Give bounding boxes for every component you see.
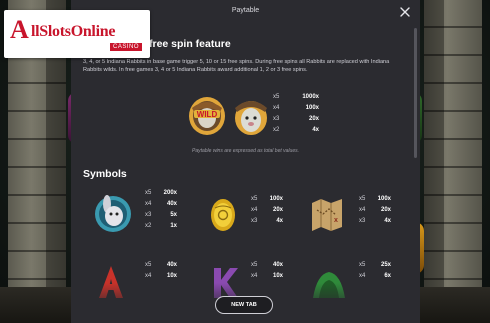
logo-text: llSlotsOnline <box>31 23 116 40</box>
pay-count: x4 <box>145 201 152 207</box>
pay-value: 20x <box>308 116 319 122</box>
pay-count: x3 <box>273 116 280 122</box>
new-tab-button[interactable]: NEW TAB <box>215 296 273 314</box>
pay-count: x2 <box>273 127 280 133</box>
symbols-title: Symbols <box>83 168 127 180</box>
symbol-payrow: x4 10x <box>145 273 177 281</box>
pay-value: 4x <box>384 218 391 224</box>
pay-value: 20x <box>272 207 283 213</box>
stone-pillar-right <box>424 0 482 323</box>
svg-text:WILD: WILD <box>197 110 218 119</box>
symbol-payrow: x5 25x <box>359 262 391 270</box>
pay-value: 4x <box>276 218 283 224</box>
pay-value: 40x <box>166 201 177 207</box>
close-button[interactable] <box>398 5 412 19</box>
pay-value: 100x <box>305 105 319 111</box>
pay-count: x3 <box>251 218 258 224</box>
paytable-content: free spin feature 3, 4, or 5 Indiana Rab… <box>83 24 408 323</box>
symbol-payrow: x5 100x <box>359 196 391 204</box>
pay-count: x5 <box>359 196 366 202</box>
wild-rabbit-icon: WILD <box>189 97 225 135</box>
pay-count: x5 <box>251 196 258 202</box>
pay-count: x3 <box>359 218 366 224</box>
feature-payrow: x2 4x <box>273 127 319 135</box>
treasure-map-icon: x <box>312 199 342 231</box>
pay-count: x4 <box>359 207 366 213</box>
indiana-rabbit-icon <box>235 101 267 135</box>
pay-count: x4 <box>145 273 152 279</box>
logo-subtext: CASINO <box>109 43 142 51</box>
site-logo: A llSlotsOnline CASINO <box>4 10 150 58</box>
feature-payrow: x3 20x <box>273 116 319 124</box>
pay-count: x5 <box>273 94 280 100</box>
symbol-payrow: x4 20x <box>251 207 283 215</box>
pay-value: 200x <box>163 190 177 196</box>
pay-value: 40x <box>272 262 283 268</box>
symbol-payrow: x4 6x <box>359 273 391 281</box>
symbol-payrow: x3 4x <box>251 218 283 226</box>
paytable-note: Paytable wins are expressed as total bet… <box>191 148 299 154</box>
pay-count: x4 <box>251 207 258 213</box>
symbol-payrow: x5 200x <box>145 190 177 198</box>
svg-text:x: x <box>334 217 338 224</box>
pay-value: 25x <box>380 262 391 268</box>
symbol-payrow: x3 4x <box>359 218 391 226</box>
pay-count: x5 <box>145 190 152 196</box>
pay-value: 4x <box>312 127 319 133</box>
pay-value: 6x <box>384 273 391 279</box>
pay-count: x5 <box>145 262 152 268</box>
close-icon <box>400 7 410 17</box>
pay-count: x4 <box>251 273 258 279</box>
pay-value: 10x <box>272 273 283 279</box>
pay-value: 20x <box>380 207 391 213</box>
pay-value: 1000x <box>302 94 319 100</box>
feature-payrow: x4 100x <box>273 105 319 113</box>
pay-count: x3 <box>145 212 152 218</box>
pay-value: 100x <box>377 196 391 202</box>
symbol-payrow: x2 1x <box>145 223 177 231</box>
feature-title: free spin feature <box>149 38 231 50</box>
symbol-payrow: x5 100x <box>251 196 283 204</box>
pay-value: 10x <box>166 273 177 279</box>
pay-count: x4 <box>359 273 366 279</box>
pay-value: 40x <box>166 262 177 268</box>
pay-count: x5 <box>251 262 258 268</box>
symbol-payrow: x4 20x <box>359 207 391 215</box>
symbol-payrow: x4 40x <box>145 201 177 209</box>
symbol-payrow: x3 5x <box>145 212 177 220</box>
pay-value: 1x <box>170 223 177 229</box>
golden-egg-icon <box>211 199 235 231</box>
logo-mark: A <box>10 15 29 44</box>
symbol-payrow: x4 10x <box>251 273 283 281</box>
symbol-payrow: x5 40x <box>145 262 177 270</box>
feature-description: 3, 4, or 5 Indiana Rabbits in base game … <box>83 59 390 73</box>
bunny-symbol-icon <box>95 195 131 232</box>
pay-value: 5x <box>170 212 177 218</box>
pay-count: x4 <box>273 105 280 111</box>
pay-count: x5 <box>359 262 366 268</box>
pay-count: x2 <box>145 223 152 229</box>
symbol-payrow: x5 40x <box>251 262 283 270</box>
feature-payrow: x5 1000x <box>273 94 319 102</box>
scrollbar[interactable] <box>414 28 417 158</box>
pay-value: 100x <box>269 196 283 202</box>
